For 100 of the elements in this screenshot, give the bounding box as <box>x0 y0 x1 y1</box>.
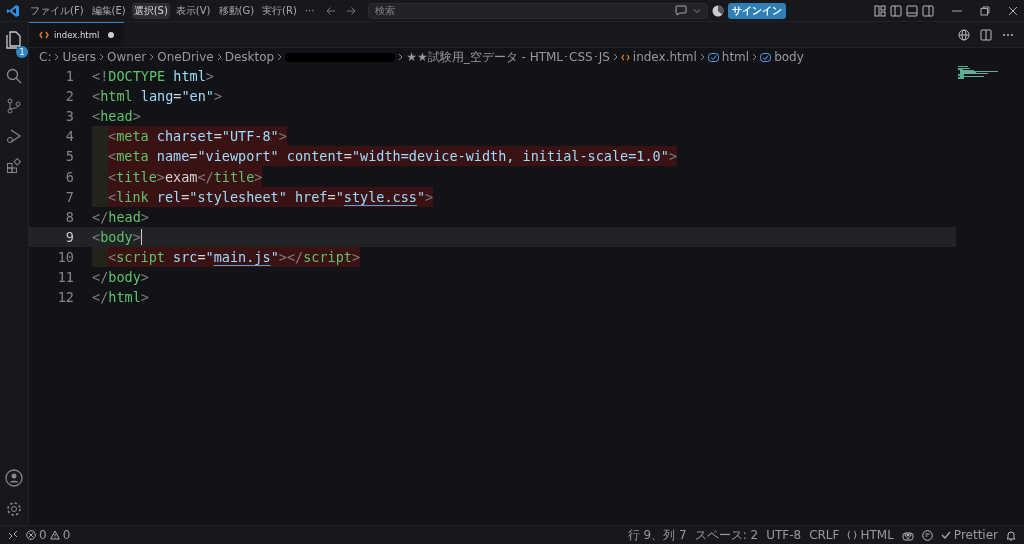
error-count: 0 <box>39 528 47 542</box>
notification-badge: 1 <box>16 46 28 58</box>
files-icon[interactable] <box>5 30 23 50</box>
restore-icon[interactable] <box>980 5 990 16</box>
tab-label: index.html <box>54 30 100 40</box>
sign-in-button[interactable]: サインイン <box>728 2 787 19</box>
code-text: <meta name="viewport" content="width=device-width, initial-scale=1.0"> <box>108 146 677 167</box>
element-icon <box>707 52 719 62</box>
account-circle-icon[interactable] <box>712 4 725 17</box>
app-logo-icon <box>6 3 20 18</box>
line-number: 8 <box>64 208 75 225</box>
chat-icon[interactable] <box>675 5 688 16</box>
braces-icon <box>847 530 858 540</box>
breadcrumb-item[interactable]: C: <box>39 50 52 64</box>
problems-indicator[interactable]: 0 0 <box>26 528 71 542</box>
code-text: <script src="main.js"></script> <box>108 246 361 267</box>
text-cursor <box>140 228 142 245</box>
error-icon <box>26 530 36 540</box>
menu-item[interactable]: 編集(E) <box>89 2 128 19</box>
code-text: </head> <box>92 207 149 227</box>
breadcrumb-item[interactable]: Users <box>62 50 97 64</box>
prettier-status[interactable]: Prettier <box>940 528 998 542</box>
line-number: 2 <box>64 88 75 105</box>
globe-icon[interactable] <box>958 28 970 41</box>
menu-item[interactable]: 実行(R) <box>260 2 299 19</box>
account-icon[interactable] <box>5 469 23 487</box>
status-item[interactable]: 行 9、列 7 <box>627 526 687 544</box>
breadcrumb-item[interactable]: Owner <box>107 50 147 64</box>
breadcrumb-item[interactable]: Desktop <box>224 50 275 64</box>
sidebar-left-icon[interactable] <box>890 4 902 17</box>
breadcrumb-item[interactable]: OneDrive <box>157 50 214 64</box>
minimap-drawing <box>958 66 998 80</box>
code-text: <html lang="en"> <box>92 87 223 107</box>
code-text: <head> <box>92 107 141 127</box>
line-number: 9 <box>64 228 75 245</box>
status-item[interactable]: CRLF <box>809 528 840 542</box>
file-tab[interactable]: index.html <box>29 22 125 47</box>
settings-icon[interactable] <box>6 501 22 517</box>
chevron-right-icon <box>99 53 105 61</box>
forward-arrow-icon[interactable] <box>346 5 357 16</box>
run-debug-icon[interactable] <box>6 128 22 144</box>
breadcrumb-item[interactable]: ★★試験用_空データ - HTML･CSS･JS <box>406 48 610 66</box>
code-text: <title>exam</title> <box>108 166 263 187</box>
line-number: 7 <box>64 188 75 205</box>
split-editor-icon[interactable] <box>980 28 992 41</box>
line-number: 6 <box>64 168 75 185</box>
unsaved-dot-icon[interactable] <box>108 32 115 38</box>
line-number: 12 <box>56 289 75 306</box>
line-number: 4 <box>64 128 75 145</box>
menu-item[interactable]: 表示(V) <box>173 2 213 19</box>
warning-icon <box>49 530 60 540</box>
more-icon[interactable] <box>1002 32 1014 37</box>
status-item[interactable]: スペース: 2 <box>694 526 759 544</box>
language-label: HTML <box>860 528 894 542</box>
code-text: <body> <box>92 227 141 247</box>
breadcrumb-item[interactable]: body <box>774 50 804 64</box>
back-arrow-icon[interactable] <box>326 5 337 16</box>
search-box[interactable]: 検索 <box>368 2 709 19</box>
menu-item[interactable]: 選択(S) <box>131 2 170 19</box>
feedback-icon[interactable] <box>921 529 933 541</box>
menu-item[interactable]: ··· <box>302 4 317 17</box>
prettier-label: Prettier <box>953 528 998 542</box>
element-icon <box>760 52 772 62</box>
warning-count: 0 <box>62 528 71 542</box>
line-number: 11 <box>56 269 75 285</box>
panel-bottom-icon[interactable] <box>906 4 918 17</box>
chevron-right-icon <box>612 53 618 61</box>
chevron-right-icon <box>216 53 222 61</box>
sidebar-right-icon[interactable] <box>922 4 934 17</box>
status-item[interactable]: UTF-8 <box>766 528 802 542</box>
bell-icon[interactable] <box>1006 529 1016 541</box>
breadcrumb-item[interactable]: html <box>721 50 750 64</box>
search-icon[interactable] <box>6 68 22 84</box>
html-file-icon <box>39 31 49 39</box>
layout-icon[interactable] <box>874 4 886 17</box>
code-text: <!DOCTYPE html> <box>92 67 214 87</box>
code-text: <link rel="stylesheet" href="style.css"> <box>108 186 434 207</box>
menu-item[interactable]: 移動(G) <box>216 2 257 19</box>
close-icon[interactable] <box>1008 5 1018 16</box>
copilot-icon[interactable] <box>901 529 914 541</box>
html-file-icon <box>620 53 630 61</box>
line-number: 5 <box>64 148 75 165</box>
menu-item[interactable]: ファイル(F) <box>28 2 86 19</box>
chevron-right-icon <box>149 53 155 61</box>
line-number: 3 <box>64 108 75 125</box>
chevron-right-icon <box>752 53 758 61</box>
chevron-right-icon <box>398 53 404 61</box>
code-text: </body> <box>92 268 149 287</box>
line-number: 10 <box>56 248 75 265</box>
chevron-right-icon <box>277 53 283 61</box>
source-control-icon[interactable] <box>6 98 22 114</box>
remote-icon[interactable] <box>8 530 18 540</box>
code-text: <meta charset="UTF-8"> <box>108 126 287 147</box>
language-mode[interactable]: HTML <box>847 528 894 542</box>
check-icon <box>940 531 951 539</box>
code-text: </html> <box>92 288 149 308</box>
chevron-right-icon <box>54 53 60 61</box>
line-number: 1 <box>64 68 75 85</box>
extensions-icon[interactable] <box>6 158 22 174</box>
breadcrumb-item[interactable]: index.html <box>632 50 697 64</box>
